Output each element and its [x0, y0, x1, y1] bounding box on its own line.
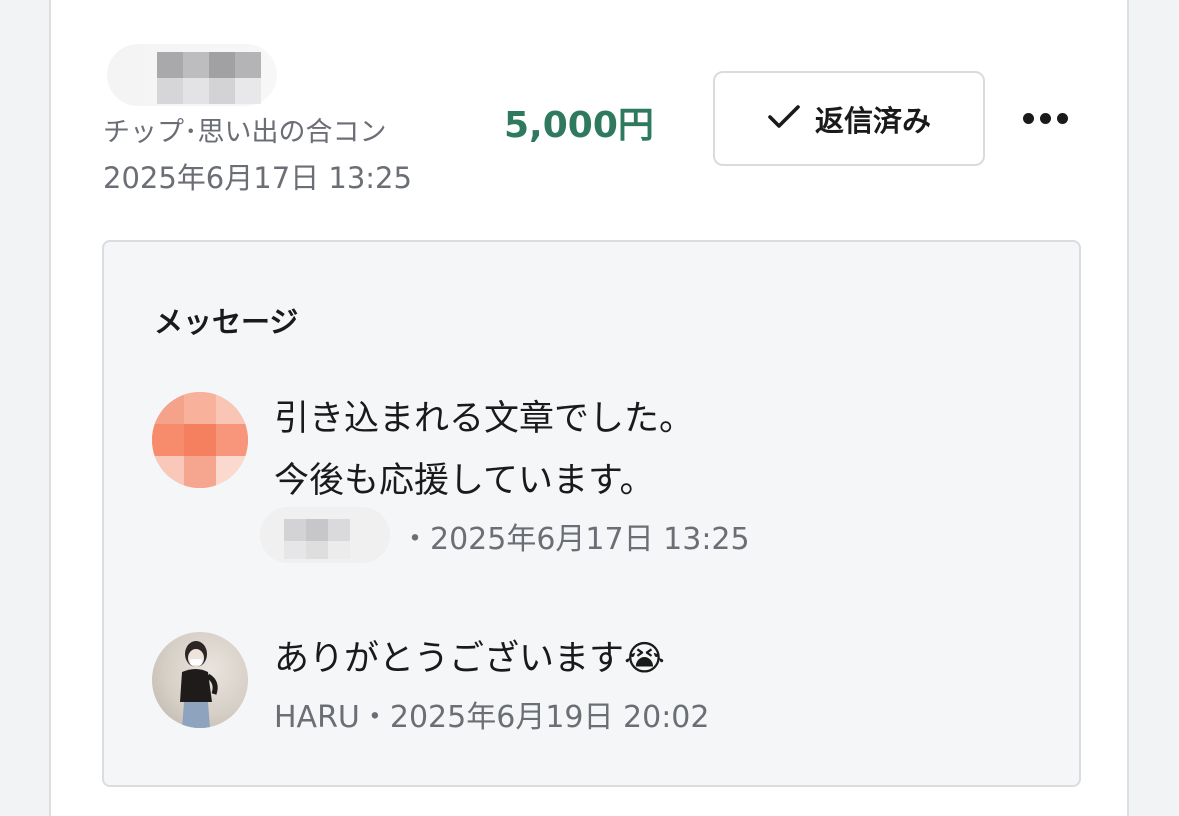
message-panel: メッセージ 引き込まれる文章でした。 今後も応援しています。 ・2025年6月1…: [102, 240, 1081, 787]
message-1-meta: ・2025年6月17日 13:25: [400, 522, 750, 557]
tip-amount: 5,000円: [504, 105, 654, 146]
message-1-line-1: 引き込まれる文章でした。: [274, 399, 695, 439]
replied-button[interactable]: 返信済み: [713, 71, 985, 166]
message-1-line-2: 今後も応援しています。: [274, 461, 655, 501]
avatar-redacted[interactable]: [152, 392, 248, 488]
ellipsis-icon[interactable]: [1015, 96, 1075, 140]
sender-name-redacted: [107, 44, 277, 106]
commenter-name-redacted: [260, 507, 390, 563]
replied-button-label: 返信済み: [814, 103, 931, 138]
tip-category: チップ･思い出の合コン: [103, 117, 387, 148]
message-2-line-1: ありがとうございます😭: [274, 639, 665, 679]
message-2-meta: HARU・2025年6月19日 20:02: [274, 700, 710, 735]
tip-datetime: 2025年6月17日 13:25: [103, 161, 412, 195]
check-icon: [767, 103, 801, 135]
message-panel-title: メッセージ: [154, 305, 299, 339]
tip-card: チップ･思い出の合コン 2025年6月17日 13:25 5,000円 返信済み…: [49, 0, 1129, 816]
avatar-haru[interactable]: [152, 632, 248, 728]
